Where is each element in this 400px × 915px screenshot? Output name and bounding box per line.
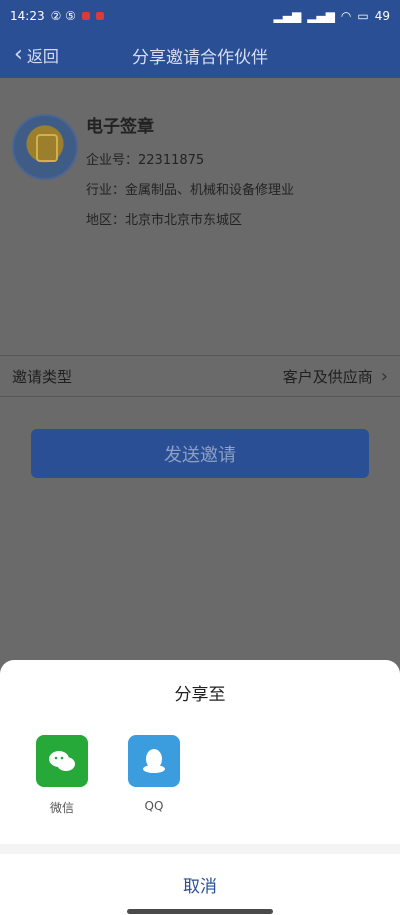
share-wechat-button[interactable]: 微信 — [31, 735, 93, 816]
qq-icon — [128, 735, 180, 787]
invite-type-value-group: 客户及供应商 › — [283, 366, 388, 387]
status-time: 14:23 — [10, 9, 45, 23]
dimmed-content[interactable]: 电子签章 企业号：22311875 行业：金属制品、机械和设备修理业 地区：北京… — [0, 78, 400, 660]
battery-level: 49 — [374, 9, 390, 23]
chevron-left-icon: ‹ — [14, 42, 23, 67]
invite-type-value: 客户及供应商 — [282, 367, 373, 386]
signal-icon: ▂▄▆ — [307, 9, 335, 23]
invite-type-row[interactable]: 邀请类型 客户及供应商 › — [0, 355, 400, 397]
notification-icon — [95, 12, 104, 20]
send-invite-button[interactable]: 发送邀请 — [31, 429, 369, 478]
status-right: ▂▄▆ ▂▄▆ ◠ ▭ 49 — [274, 9, 390, 23]
share-qq-button[interactable]: QQ — [123, 735, 185, 813]
region: 地区：北京市北京市东城区 — [86, 213, 243, 228]
cancel-button[interactable]: 取消 — [0, 854, 400, 915]
status-left: 14:23 ② ⑤ — [10, 9, 104, 23]
company-card: 电子签章 企业号：22311875 行业：金属制品、机械和设备修理业 地区：北京… — [0, 94, 400, 234]
sheet-divider — [0, 844, 400, 854]
building-icon — [36, 134, 58, 162]
qq-glyph-icon — [143, 749, 165, 773]
signal-icon: ▂▄▆ — [273, 9, 302, 23]
notification-icon — [81, 12, 90, 20]
industry: 行业：金属制品、机械和设备修理业 — [86, 183, 295, 198]
status-bar: 14:23 ② ⑤ ▂▄▆ ▂▄▆ ◠ ▭ 49 — [0, 0, 400, 32]
back-button[interactable]: ‹ 返回 — [0, 43, 94, 67]
invite-type-label: 邀请类型 — [12, 367, 73, 386]
enterprise-number: 企业号：22311875 — [86, 153, 205, 168]
share-sheet-title: 分享至 — [174, 685, 226, 705]
wechat-glyph-icon — [49, 751, 75, 771]
wifi-icon: ◠ — [340, 9, 352, 23]
share-wechat-label: 微信 — [49, 801, 74, 815]
chevron-right-icon: › — [380, 365, 388, 387]
battery-icon: ▭ — [357, 9, 369, 23]
share-qq-label: QQ — [144, 799, 164, 813]
status-indicators: ② ⑤ — [50, 9, 76, 23]
share-sheet: 分享至 微信 QQ 取消 — [0, 660, 400, 915]
nav-bar: ‹ 返回 分享邀请合作伙伴 — [0, 32, 400, 78]
wechat-icon — [36, 735, 88, 787]
back-label: 返回 — [26, 47, 59, 66]
home-indicator[interactable] — [127, 909, 273, 914]
company-name: 电子签章 — [86, 117, 154, 137]
company-avatar — [12, 114, 78, 180]
